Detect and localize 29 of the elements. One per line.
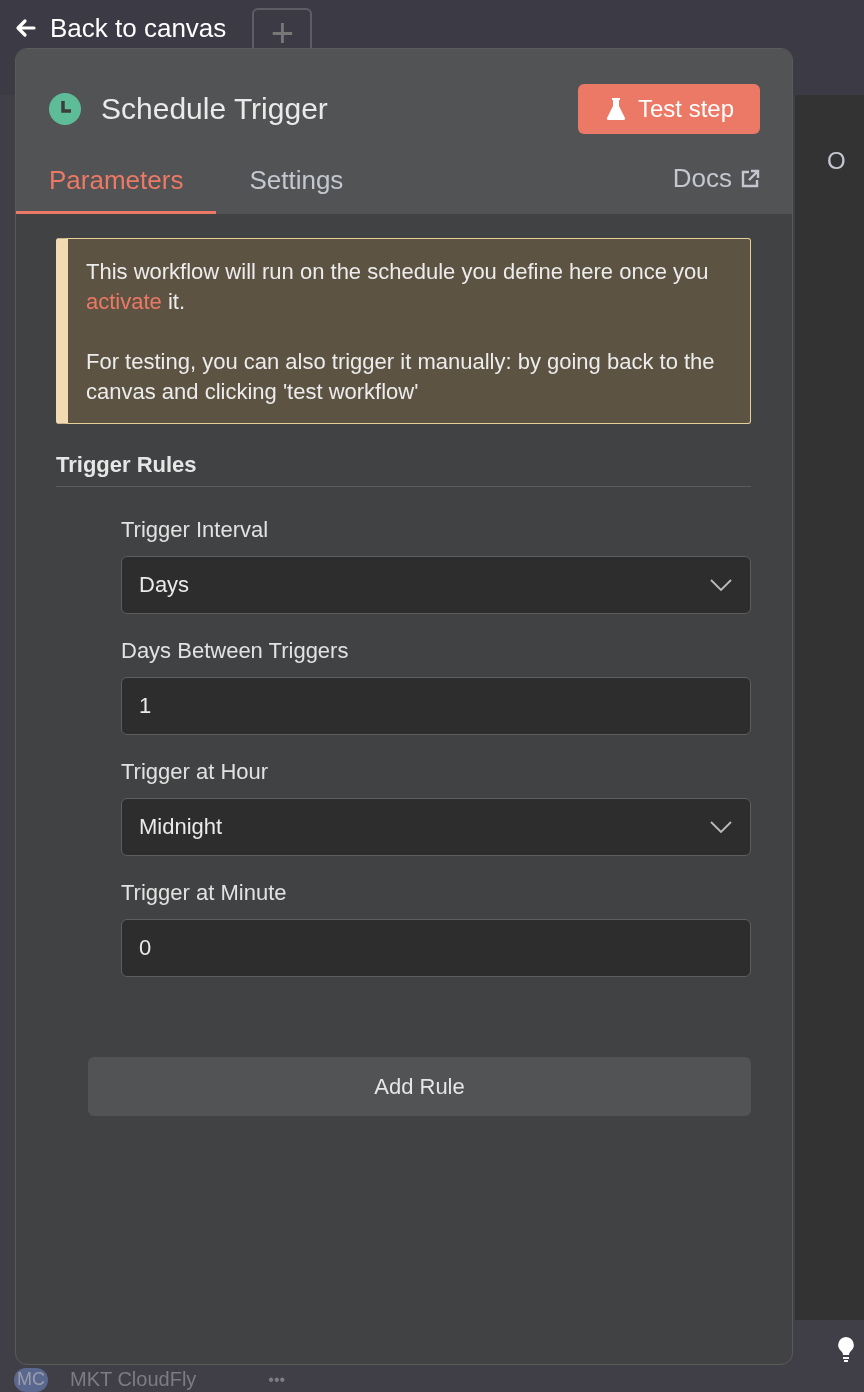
add-rule-button[interactable]: Add Rule <box>88 1057 751 1116</box>
input-field[interactable]: 0 <box>121 919 751 977</box>
field-label: Trigger at Minute <box>121 880 288 906</box>
docs-link[interactable]: Docs <box>672 149 760 214</box>
lightbulb-icon[interactable] <box>836 1335 856 1364</box>
chevron-down-icon <box>710 821 732 833</box>
node-title: Schedule Trigger <box>101 92 328 126</box>
activate-link[interactable]: activate <box>86 289 162 314</box>
select-field[interactable]: Midnight <box>121 798 751 856</box>
chevron-down-icon <box>710 579 732 591</box>
field-label: Trigger Interval <box>121 517 270 543</box>
notice-text: For testing, you can also trigger it manually: by going back to the canvas and clicking 'test workflow' <box>86 348 716 406</box>
workspace-name: MKT CloudFly <box>70 1368 197 1391</box>
field-label: Trigger at Hour <box>121 759 270 785</box>
tab[interactable]: Parameters <box>16 149 217 214</box>
clock-icon <box>49 93 81 125</box>
external-link-icon <box>740 168 760 189</box>
field-label: Days Between Triggers <box>121 638 350 664</box>
tab[interactable]: Settings <box>216 149 377 214</box>
notice-text: This workflow will run on the schedule you define here once you activate it. <box>86 258 710 316</box>
select-field[interactable]: Days <box>121 556 751 614</box>
output-label: O <box>827 147 852 175</box>
back-link[interactable]: Back to canvas <box>14 8 227 48</box>
section-title: Trigger Rules <box>56 452 751 487</box>
more-button[interactable]: ••• <box>268 1370 286 1389</box>
flask-icon <box>605 97 626 121</box>
back-arrow-icon <box>14 16 38 40</box>
input-field[interactable]: 1 <box>121 677 751 735</box>
test-step-button[interactable]: Test step <box>577 84 760 134</box>
